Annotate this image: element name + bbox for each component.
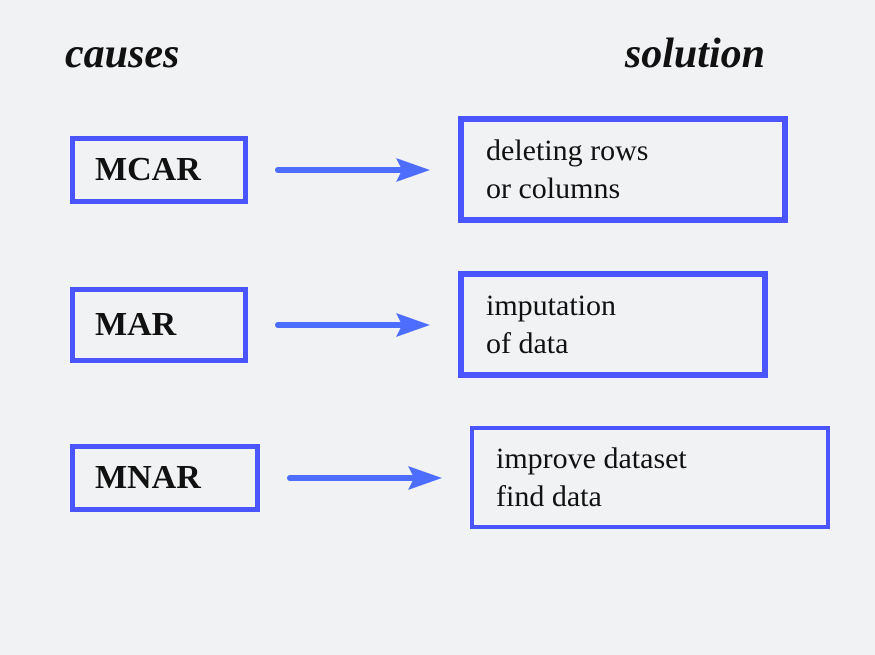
arrow-right-icon xyxy=(268,305,438,345)
cause-box-mnar: MNAR xyxy=(70,444,260,512)
row-mar: MAR imputation of data xyxy=(70,271,835,378)
header-causes: causes xyxy=(65,30,179,78)
header-solution: solution xyxy=(625,30,765,78)
cause-box-mar: MAR xyxy=(70,287,248,363)
arrow-mcar xyxy=(248,150,458,190)
solution-box-mcar: deleting rows or columns xyxy=(458,116,788,223)
arrow-right-icon xyxy=(268,150,438,190)
row-mcar: MCAR deleting rows or columns xyxy=(70,116,835,223)
arrow-mnar xyxy=(260,458,470,498)
solution-box-mnar: improve dataset find data xyxy=(470,426,830,529)
arrow-right-icon xyxy=(280,458,450,498)
diagram-rows: MCAR deleting rows or columns MAR imputa… xyxy=(0,88,875,529)
cause-box-mcar: MCAR xyxy=(70,136,248,204)
row-mnar: MNAR improve dataset find data xyxy=(70,426,835,529)
header-row: causes solution xyxy=(0,0,875,88)
solution-box-mar: imputation of data xyxy=(458,271,768,378)
arrow-mar xyxy=(248,305,458,345)
